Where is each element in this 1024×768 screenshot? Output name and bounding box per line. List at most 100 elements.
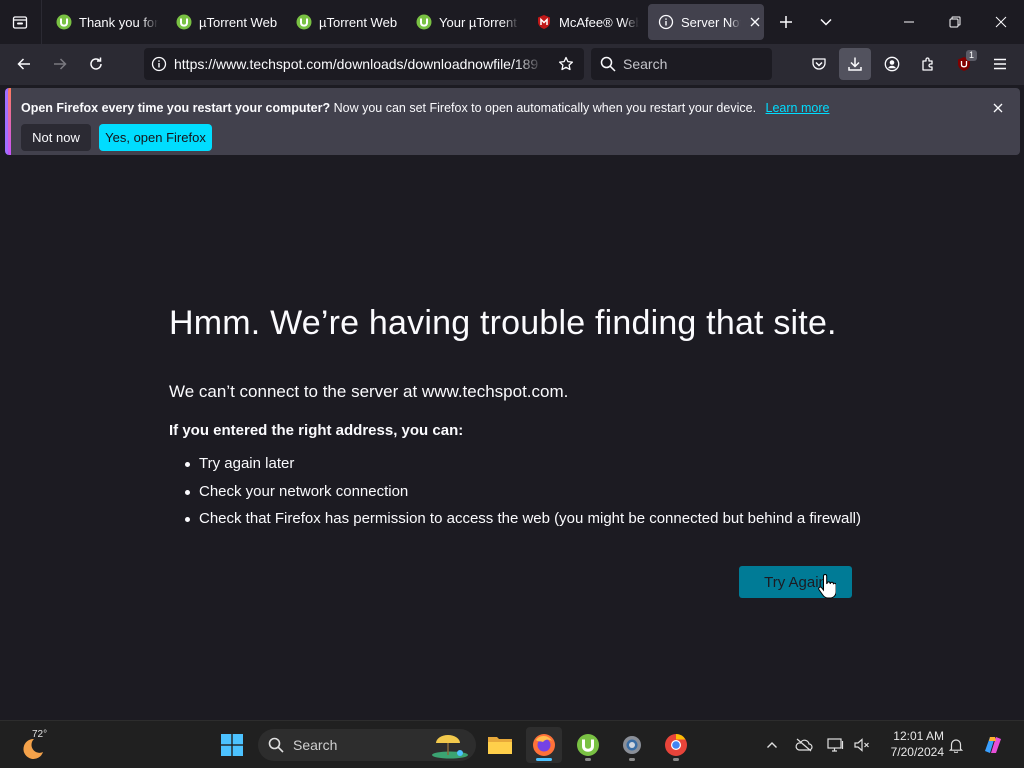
error-title: Hmm. We’re having trouble finding that s… [169,304,837,342]
close-window-button[interactable] [978,0,1024,44]
account-icon [884,56,900,72]
volume-tray-button[interactable] [852,735,872,755]
speaker-muted-icon [854,738,869,752]
copilot-button[interactable] [980,732,1006,758]
system-clock[interactable]: 12:01 AM 7/20/2024 [880,728,944,760]
navigation-toolbar: https://www.techspot.com/downloads/downl… [0,44,1024,85]
taskbar-firefox[interactable] [526,727,562,763]
beach-umbrella-icon [432,735,468,759]
list-item: Try again later [185,454,861,482]
tab-title: Thank you for [79,14,158,30]
restore-button[interactable] [932,0,978,44]
back-button[interactable] [8,48,40,80]
extensions-button[interactable] [912,48,944,80]
taskbar-search-label: Search [293,737,338,753]
search-bar[interactable]: Search [591,48,772,80]
bookmark-button[interactable] [554,52,578,76]
close-icon [750,17,760,27]
star-icon [558,56,574,71]
app-menu-button[interactable] [984,48,1016,80]
notification-message: Open Firefox every time you restart your… [21,101,829,115]
close-icon [993,103,1003,113]
download-icon [848,57,862,71]
network-monitor-icon [827,738,844,752]
info-icon [151,56,167,72]
network-tray-button[interactable] [826,735,846,755]
close-icon [995,16,1007,28]
clock-date: 7/20/2024 [890,745,944,759]
forward-button[interactable] [44,48,76,80]
tab-title: Server Not F [681,14,741,30]
minimize-button[interactable] [886,0,932,44]
mcafee-icon [536,14,552,30]
onedrive-tray-button[interactable] [794,735,814,755]
tab-server-not-found[interactable]: Server Not F [648,4,764,40]
suggestion-header: If you entered the right address, you ca… [169,422,464,439]
url-bar[interactable]: https://www.techspot.com/downloads/downl… [144,48,584,80]
clock-time: 12:01 AM [893,729,944,743]
default-browser-notification: Open Firefox every time you restart your… [5,88,1020,155]
yes-open-firefox-button[interactable]: Yes, open Firefox [99,124,212,151]
windows-taskbar: 72° Search 12:01 AM 7/20/2024 [0,720,1024,768]
active-app-indicator [536,758,552,761]
weather-widget[interactable]: 72° [18,727,52,763]
list-all-tabs-button[interactable] [806,0,846,44]
list-item: Check your network connection [185,482,861,510]
tab-utorrent-web-2[interactable]: µTorrent Web [286,4,402,40]
arrow-right-icon [54,58,67,70]
site-info-button[interactable] [144,56,174,72]
learn-more-link[interactable]: Learn more [766,101,830,115]
restore-icon [949,16,961,28]
tab-title: McAfee® Web [559,14,639,30]
downloads-button[interactable] [839,48,871,80]
not-now-button[interactable]: Not now [21,124,91,151]
notifications-button[interactable] [946,735,966,755]
running-app-indicator [629,758,635,761]
search-placeholder: Search [623,56,668,72]
utorrent-icon [176,14,192,30]
weather-temperature: 72° [32,729,48,740]
pocket-button[interactable] [803,48,835,80]
url-text[interactable]: https://www.techspot.com/downloads/downl… [174,56,544,72]
ublock-extension-button[interactable]: 1 [948,48,980,80]
chevron-down-icon [820,18,832,26]
plus-icon [780,16,792,28]
chevron-up-icon [767,742,777,748]
arrow-left-icon [17,58,30,70]
info-icon [658,14,674,30]
search-icon [268,737,284,753]
utorrent-icon [577,734,599,756]
extension-badge: 1 [965,50,977,61]
copilot-icon [985,737,1001,753]
gear-icon [623,736,641,754]
tab-separator [41,0,42,44]
tab-strip: Thank you for µTorrent Web µTorrent Web … [0,0,1024,44]
tab-mcafee[interactable]: McAfee® Web [526,4,642,40]
taskbar-file-explorer[interactable] [482,727,518,763]
show-hidden-icons-button[interactable] [762,735,782,755]
tab-utorrent-web-1[interactable]: µTorrent Web [166,4,282,40]
taskbar-utorrent[interactable] [570,727,606,763]
hamburger-menu-icon [994,58,1006,70]
taskbar-chrome[interactable] [658,727,694,763]
account-button[interactable] [876,48,908,80]
taskbar-search[interactable]: Search [258,729,476,761]
start-button[interactable] [214,727,250,763]
tab-thank-you[interactable]: Thank you for [46,4,158,40]
notification-close-button[interactable] [990,100,1006,116]
new-tab-button[interactable] [766,0,806,44]
windows-start-icon [221,734,243,756]
tab-close-button[interactable] [747,14,763,30]
running-app-indicator [673,758,679,761]
firefox-view-button[interactable] [0,0,40,44]
tab-your-utorrent[interactable]: Your µTorrent [406,4,522,40]
tab-title: Your µTorrent [439,14,517,30]
puzzle-icon [922,57,933,71]
running-app-indicator [585,758,591,761]
reload-button[interactable] [80,48,112,80]
suggestion-list: Try again later Check your network conne… [185,454,861,537]
hand-pointer-cursor-icon [818,574,836,599]
utorrent-icon [296,14,312,30]
taskbar-settings[interactable] [614,727,650,763]
bell-icon [948,739,964,753]
